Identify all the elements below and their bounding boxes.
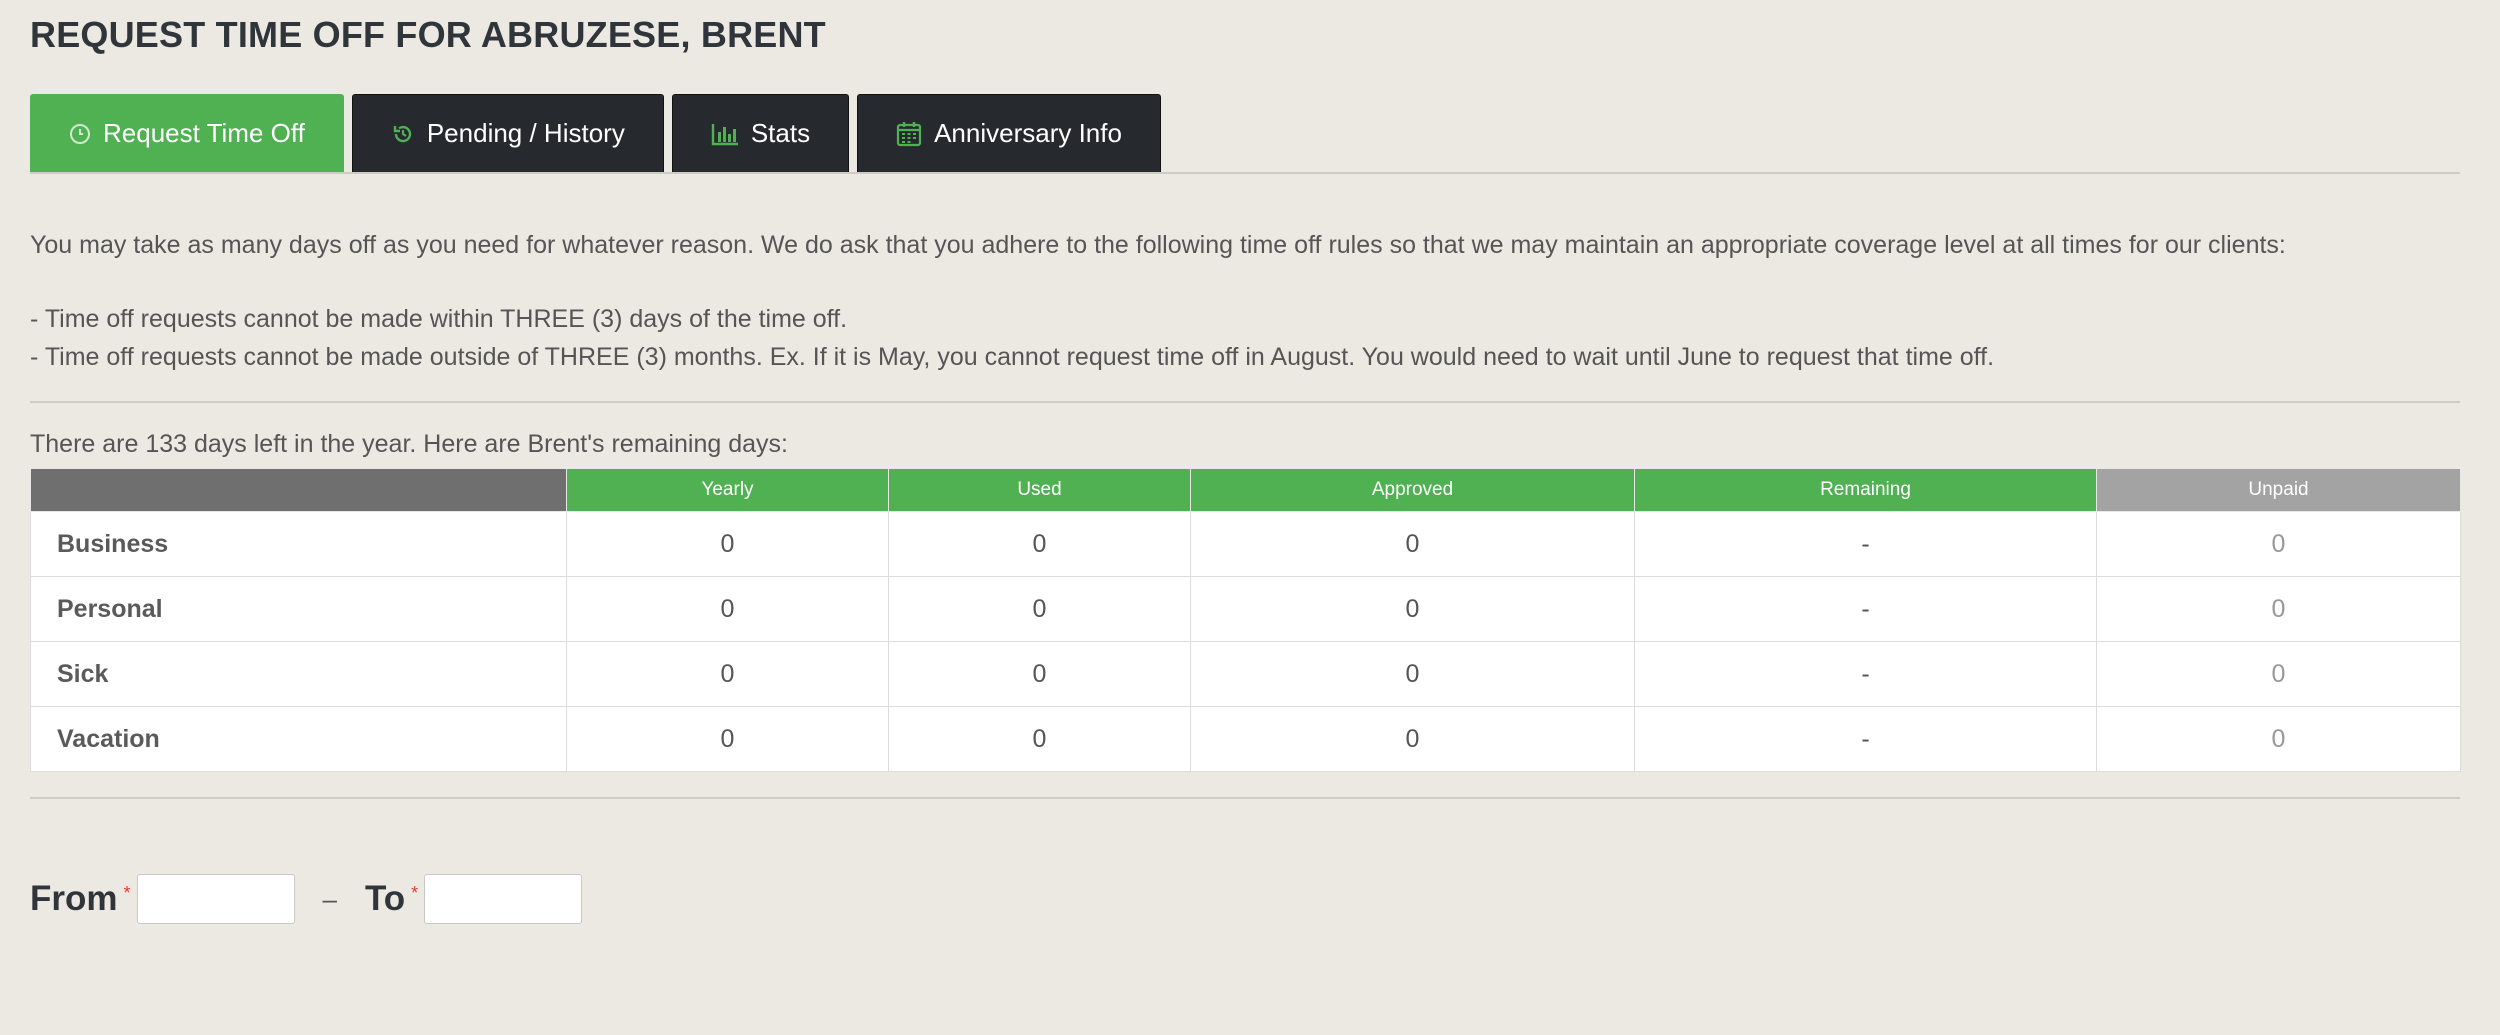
section-divider bbox=[30, 401, 2460, 403]
approved-cell: 0 bbox=[1190, 576, 1635, 642]
table-row: Vacation 0 0 0 - 0 bbox=[30, 706, 2461, 772]
request-time-off-page: REQUEST TIME OFF FOR ABRUZESE, BRENT Req… bbox=[0, 0, 2500, 1035]
tab-bar-divider bbox=[30, 172, 2460, 174]
unpaid-cell: 0 bbox=[2096, 641, 2461, 707]
page-title: REQUEST TIME OFF FOR ABRUZESE, BRENT bbox=[30, 14, 826, 55]
approved-cell: 0 bbox=[1190, 641, 1635, 707]
remaining-cell: - bbox=[1634, 641, 2097, 707]
unpaid-cell: 0 bbox=[2096, 706, 2461, 772]
unpaid-cell: 0 bbox=[2096, 511, 2461, 577]
tab-stats[interactable]: Stats bbox=[671, 94, 850, 172]
required-marker: * bbox=[411, 882, 419, 903]
remaining-cell: - bbox=[1634, 576, 2097, 642]
remaining-cell: - bbox=[1634, 511, 2097, 577]
column-header-used: Used bbox=[888, 468, 1191, 512]
remaining-cell: - bbox=[1634, 706, 2097, 772]
clock-icon bbox=[69, 123, 91, 145]
column-header-approved: Approved bbox=[1190, 468, 1635, 512]
to-date-input[interactable] bbox=[424, 874, 583, 924]
table-row: Personal 0 0 0 - 0 bbox=[30, 576, 2461, 642]
from-label: From bbox=[30, 879, 118, 918]
yearly-cell: 0 bbox=[566, 706, 889, 772]
table-row: Sick 0 0 0 - 0 bbox=[30, 641, 2461, 707]
column-header-type bbox=[30, 468, 567, 512]
leave-type-sick: Sick bbox=[30, 641, 567, 707]
date-separator: – bbox=[322, 883, 337, 914]
tab-anniversary-info[interactable]: Anniversary Info bbox=[857, 94, 1161, 172]
rule-item: - Time off requests cannot be made outsi… bbox=[30, 343, 1995, 371]
leave-type-business: Business bbox=[30, 511, 567, 577]
unpaid-cell: 0 bbox=[2096, 576, 2461, 642]
table-row: Business 0 0 0 - 0 bbox=[30, 511, 2461, 577]
used-cell: 0 bbox=[888, 706, 1191, 772]
calendar-icon bbox=[896, 121, 922, 147]
rule-item: - Time off requests cannot be made withi… bbox=[30, 305, 848, 333]
time-off-policy-intro: You may take as many days off as you nee… bbox=[30, 231, 2286, 259]
column-header-unpaid: Unpaid bbox=[2096, 468, 2461, 512]
column-header-yearly: Yearly bbox=[566, 468, 889, 512]
history-icon bbox=[391, 122, 415, 146]
tab-pending-history[interactable]: Pending / History bbox=[351, 94, 664, 172]
tab-label: Stats bbox=[750, 118, 811, 148]
approved-cell: 0 bbox=[1190, 706, 1635, 772]
tab-bar: Request Time Off Pending / History Stats… bbox=[30, 94, 1161, 172]
required-marker: * bbox=[123, 882, 131, 903]
table-header-row: Yearly Used Approved Remaining Unpaid bbox=[30, 468, 2461, 512]
tab-label: Pending / History bbox=[426, 118, 625, 148]
bar-chart-icon bbox=[711, 122, 739, 146]
days-left-summary: There are 133 days left in the year. Her… bbox=[30, 430, 788, 458]
tab-request-time-off[interactable]: Request Time Off bbox=[30, 94, 344, 172]
time-off-balance-table: Yearly Used Approved Remaining Unpaid Bu… bbox=[30, 468, 2461, 772]
from-date-input[interactable] bbox=[136, 874, 295, 924]
date-range-form: From * – To * bbox=[30, 874, 583, 924]
column-header-remaining: Remaining bbox=[1634, 468, 2097, 512]
approved-cell: 0 bbox=[1190, 511, 1635, 577]
tab-label: Anniversary Info bbox=[934, 118, 1122, 148]
tab-label: Request Time Off bbox=[103, 118, 305, 148]
to-label: To bbox=[364, 879, 406, 918]
leave-type-personal: Personal bbox=[30, 576, 567, 642]
yearly-cell: 0 bbox=[566, 641, 889, 707]
time-off-rules: - Time off requests cannot be made withi… bbox=[30, 300, 1994, 376]
leave-type-vacation: Vacation bbox=[30, 706, 567, 772]
used-cell: 0 bbox=[888, 576, 1191, 642]
yearly-cell: 0 bbox=[566, 511, 889, 577]
used-cell: 0 bbox=[888, 511, 1191, 577]
used-cell: 0 bbox=[888, 641, 1191, 707]
section-divider bbox=[30, 797, 2460, 799]
yearly-cell: 0 bbox=[566, 576, 889, 642]
